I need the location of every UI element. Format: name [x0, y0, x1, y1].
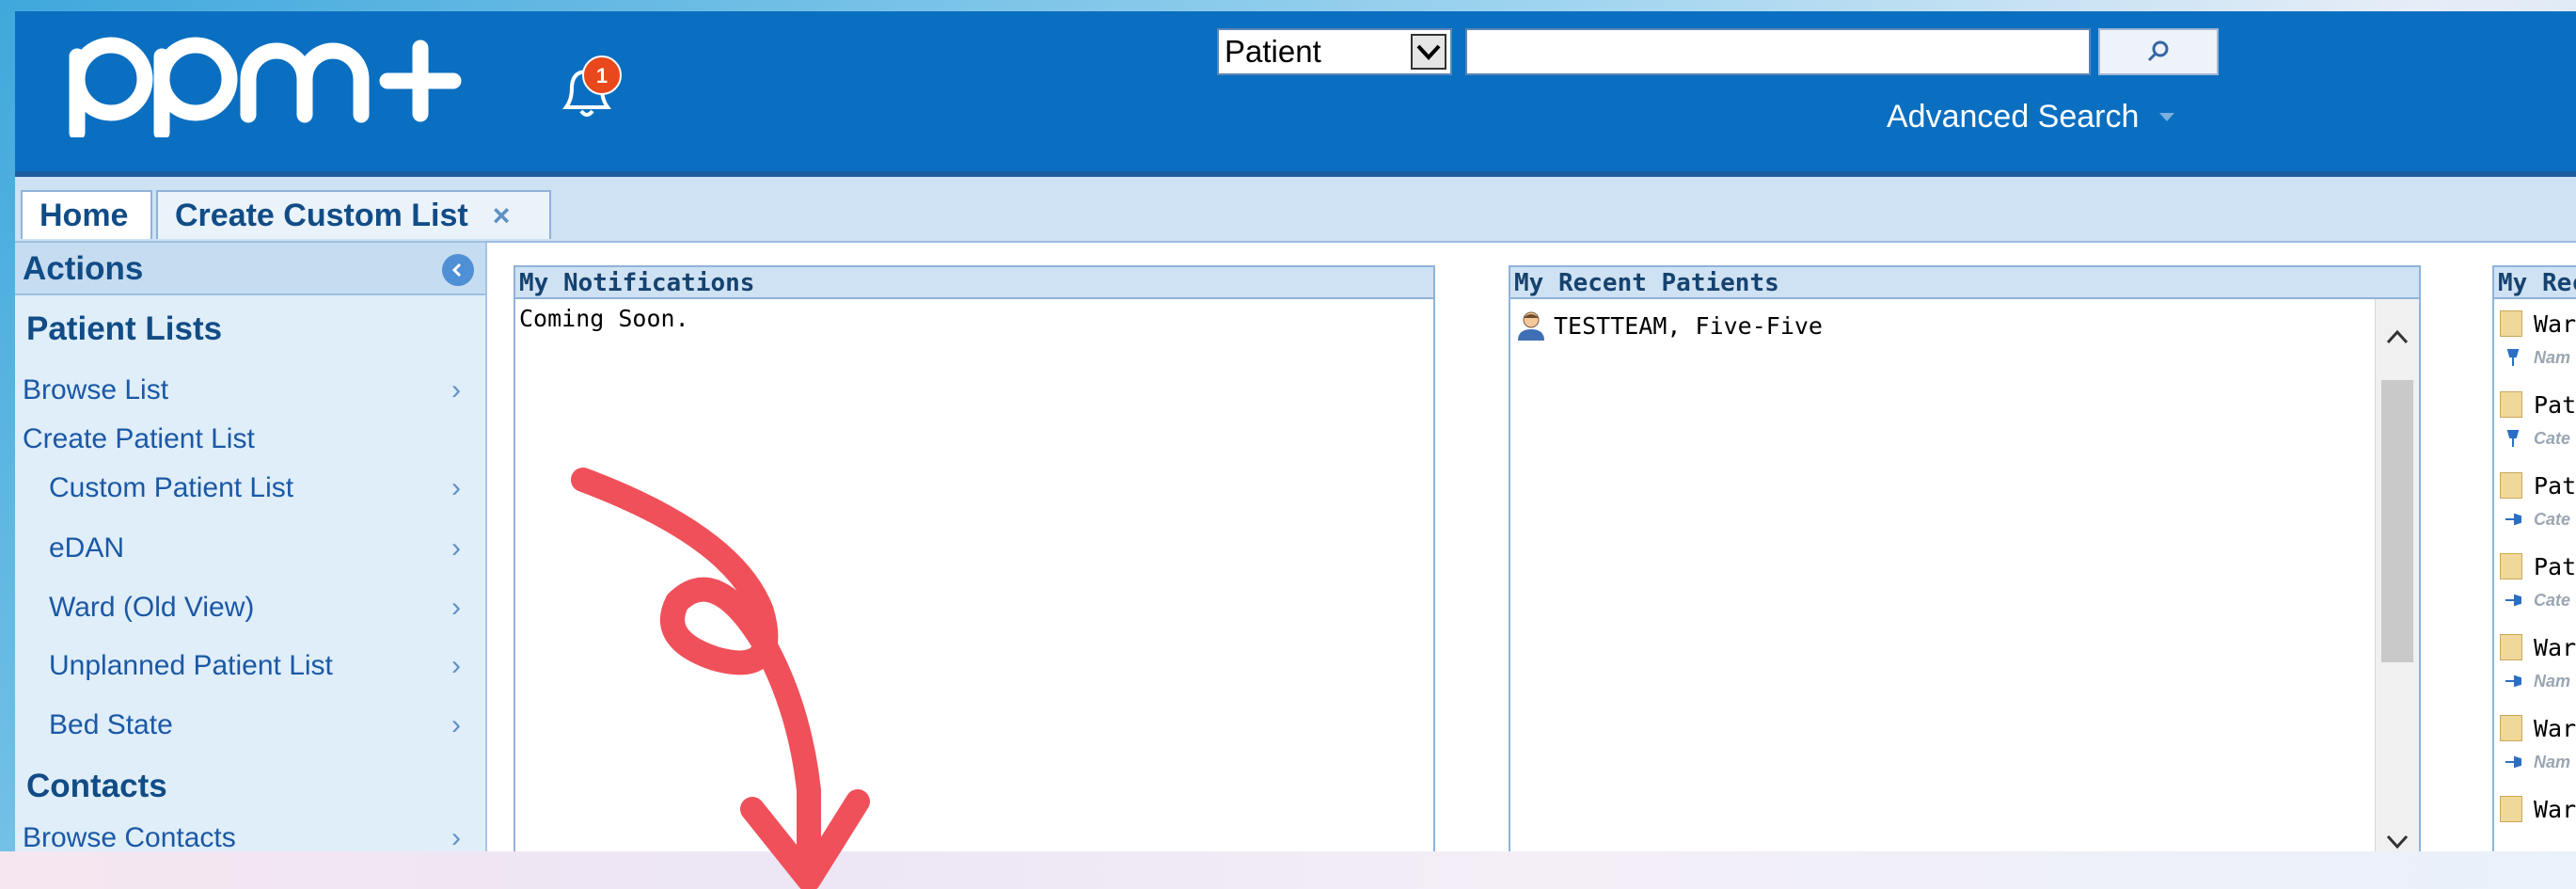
scrollbar-thumb[interactable]: [2381, 380, 2413, 662]
search-type-value: Patient: [1225, 34, 1321, 69]
search-input[interactable]: [1465, 28, 2091, 75]
sidebar-item-edan[interactable]: eDAN ›: [15, 532, 485, 564]
actions-sidebar: Actions Patient Lists Browse List › Crea…: [15, 243, 487, 851]
sidebar-item-label: Unplanned Patient List: [49, 650, 333, 681]
tab-home-label: Home: [40, 197, 129, 233]
recent-patients-panel-title: My Recent Patients: [1510, 267, 2419, 299]
patient-list-item[interactable]: TESTTEAM, Five-Five: [1516, 310, 1823, 341]
background-strip: [0, 851, 2576, 889]
actions-header[interactable]: Actions: [15, 243, 485, 295]
notifications-body: Coming Soon.: [519, 305, 689, 332]
list-item-subtitle: Cate: [2534, 429, 2571, 448]
search-button[interactable]: [2098, 28, 2219, 75]
notifications-panel-title: My Notifications: [515, 267, 1433, 299]
chevron-right-icon: ›: [451, 822, 461, 851]
advanced-search-link[interactable]: Advanced Search: [1887, 96, 2175, 137]
list-item-title: War: [2534, 715, 2576, 742]
sidebar-item-label: Create Patient List: [23, 423, 255, 454]
chevron-right-icon: ›: [451, 472, 461, 503]
sidebar-item-ward-old-view[interactable]: Ward (Old View) ›: [15, 592, 485, 624]
notification-badge-count: 1: [596, 64, 608, 87]
sidebar-item-custom-patient-list[interactable]: Custom Patient List ›: [15, 472, 485, 504]
sidebar-item-unplanned-patient-list[interactable]: Unplanned Patient List ›: [15, 650, 485, 682]
notifications-panel: My Notifications Coming Soon.: [514, 265, 1435, 851]
list-item-subtitle: Nam: [2534, 348, 2571, 367]
sidebar-section-contacts: Contacts: [15, 768, 485, 805]
chevron-down-icon[interactable]: [1411, 34, 1446, 70]
list-item-title: War: [2534, 310, 2576, 338]
tab-bar: Home Create Custom List ×: [15, 177, 2576, 243]
collapse-sidebar-button[interactable]: [442, 254, 474, 286]
sidebar-item-label: Custom Patient List: [49, 472, 294, 503]
recent-lists-panel: My Rec War Nam Pati Cate Pati Cate Pati …: [2492, 265, 2576, 851]
list-item-title: Pati: [2534, 472, 2576, 500]
chevron-right-icon: ›: [451, 592, 461, 623]
section-title: Contacts: [26, 768, 167, 804]
list-item-title: War: [2534, 796, 2576, 823]
list-item-title: War: [2534, 634, 2576, 661]
search-icon: [2147, 40, 2169, 62]
sidebar-section-patient-lists: Patient Lists: [15, 310, 485, 348]
list-item-title: Pati: [2534, 391, 2576, 419]
tab-create-custom-list[interactable]: Create Custom List ×: [156, 190, 551, 239]
sidebar-item-label: Browse Contacts: [23, 822, 236, 851]
list-item-subtitle: Cate: [2534, 591, 2571, 610]
list-item-title: Pati: [2534, 553, 2576, 580]
sidebar-item-browse-contacts[interactable]: Browse Contacts ›: [15, 822, 485, 851]
caret-down-icon: [2159, 112, 2175, 121]
recent-patients-scrollbar[interactable]: [2375, 299, 2419, 851]
advanced-search-label: Advanced Search: [1887, 98, 2140, 135]
app-header: 1 Patient Advanced Search: [15, 11, 2576, 177]
sidebar-item-browse-list[interactable]: Browse List ›: [15, 374, 485, 406]
actions-header-label: Actions: [23, 250, 144, 287]
chevron-left-icon: [451, 262, 462, 278]
tab-home[interactable]: Home: [21, 190, 152, 239]
list-item-subtitle: Nam: [2534, 753, 2571, 771]
bell-icon: 1: [562, 56, 622, 117]
recent-patients-panel: My Recent Patients TESTTEAM, Five-Five: [1509, 265, 2421, 851]
sidebar-item-label: Bed State: [49, 709, 173, 740]
tab-create-custom-list-label: Create Custom List: [175, 197, 468, 233]
sidebar-item-create-patient-list[interactable]: Create Patient List: [15, 423, 485, 455]
app-window: 1 Patient Advanced Search Home Create Cu…: [15, 11, 2576, 851]
search-type-select[interactable]: Patient: [1217, 28, 1452, 75]
chevron-right-icon: ›: [451, 650, 461, 681]
chevron-right-icon: ›: [451, 374, 461, 405]
ppm-logo[interactable]: [58, 24, 463, 137]
close-icon[interactable]: ×: [493, 198, 511, 233]
recent-lists-panel-title: My Rec: [2494, 267, 2576, 299]
chevron-down-icon[interactable]: [2376, 833, 2419, 851]
list-item-subtitle: Cate: [2534, 510, 2571, 529]
sidebar-item-label: Ward (Old View): [49, 592, 255, 623]
list-item-subtitle: Nam: [2534, 672, 2571, 691]
section-title: Patient Lists: [26, 310, 223, 347]
patient-avatar-icon: [1518, 311, 1544, 341]
notification-bell[interactable]: 1: [555, 51, 640, 126]
sidebar-item-label: Browse List: [23, 374, 169, 405]
sidebar-item-bed-state[interactable]: Bed State ›: [15, 709, 485, 741]
chevron-right-icon: ›: [451, 709, 461, 740]
chevron-up-icon[interactable]: [2376, 327, 2419, 351]
patient-name: TESTTEAM, Five-Five: [1554, 311, 1823, 340]
chevron-right-icon: ›: [451, 532, 461, 564]
sidebar-item-label: eDAN: [49, 532, 125, 564]
